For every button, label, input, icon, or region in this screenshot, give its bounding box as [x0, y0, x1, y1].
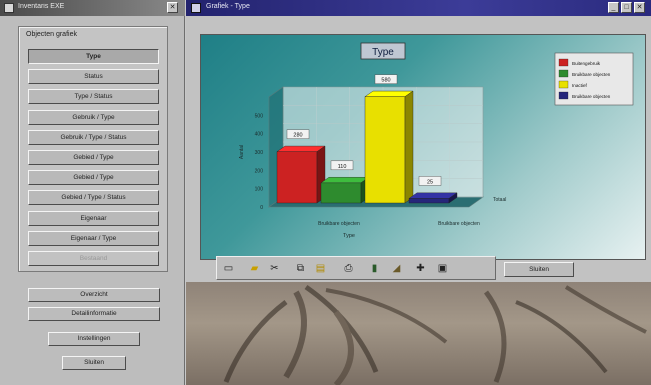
y-tick-label: 200 — [255, 168, 264, 174]
nav-button-status[interactable]: Status — [28, 69, 159, 85]
legend-swatch — [558, 91, 569, 100]
area-chart-icon[interactable]: ◢ — [389, 261, 404, 276]
x-axis-label: Type — [343, 233, 355, 239]
bar-top — [320, 177, 370, 184]
nav-list: Type Status Type / Status Gebruik / Type… — [28, 49, 159, 271]
nav-button-gebruik-type[interactable]: Gebruik / Type — [28, 109, 159, 125]
close-icon[interactable]: ✕ — [167, 2, 178, 13]
y-tick-label: 400 — [255, 132, 264, 138]
nav-button-gebied-type-2[interactable]: Gebied / Type — [28, 170, 159, 186]
left-window-title: Inventaris EXE — [18, 3, 65, 10]
chart-window-body: 0 100 200 300 400 500 280 110 580 25 Bruikbare obj… — [186, 16, 651, 282]
nav-button-eigenaar[interactable]: Eigenaar — [28, 210, 159, 226]
desktop: Inventaris EXE ✕ Objecten grafiek Type S… — [0, 0, 651, 385]
y-tick-label: 100 — [255, 187, 264, 193]
chart-window: Grafiek - Type _ □ ✕ 0 100 200 300 400 500 280… — [186, 0, 651, 385]
legend-label: Bruikbare objecten — [572, 94, 611, 99]
copy-icon[interactable]: ⧉ — [293, 261, 308, 276]
maximize-icon[interactable]: □ — [621, 2, 632, 13]
bar-chart-icon[interactable]: ▮ — [367, 261, 382, 276]
x-category-label: Bruikbare objecten — [318, 221, 360, 227]
bar-top — [364, 90, 414, 97]
legend-swatch — [558, 69, 569, 78]
z-axis-label: Totaal — [493, 197, 506, 203]
data-label: 280 — [293, 133, 302, 139]
data-label: 580 — [381, 78, 390, 84]
bar-front — [364, 96, 406, 204]
minimize-icon[interactable]: _ — [608, 2, 619, 13]
window-icon — [191, 3, 201, 13]
chart-close-button[interactable]: Sluiten — [504, 262, 574, 277]
settings-button[interactable]: Instellingen — [48, 332, 140, 346]
nav-button-gebruik-type-status[interactable]: Gebruik / Type / Status — [28, 129, 159, 145]
palm-photo — [223, 284, 647, 385]
data-label: 110 — [338, 164, 347, 170]
x-category-label: Bruikbare objecten — [438, 221, 480, 227]
y-tick-label: 500 — [255, 113, 264, 119]
legend-swatch — [558, 58, 569, 67]
paste-icon[interactable]: ▤ — [313, 261, 328, 276]
group-label: Objecten grafiek — [26, 31, 77, 38]
nav-button-type[interactable]: Type — [28, 49, 159, 64]
nav-button-gebied-type-status[interactable]: Gebied / Type / Status — [28, 190, 159, 206]
chart-panel: 0 100 200 300 400 500 280 110 580 25 Bruikbare obj… — [200, 34, 646, 260]
bar-top — [276, 145, 326, 152]
printer-icon[interactable]: ⎙ — [341, 261, 356, 276]
legend-label: Bruikbare objecten — [572, 72, 611, 77]
close-button[interactable]: Sluiten — [62, 356, 126, 370]
graph-group: Objecten grafiek Type Status Type / Stat… — [18, 26, 168, 272]
app-icon — [4, 3, 14, 13]
nav-button-eigenaar-type[interactable]: Eigenaar / Type — [28, 230, 159, 246]
folder-icon[interactable]: ▰ — [247, 261, 262, 276]
y-tick-label: 0 — [260, 205, 263, 211]
left-title-bar[interactable]: Inventaris EXE ✕ — [0, 0, 185, 16]
bar-chart: 0 100 200 300 400 500 280 110 580 25 Bruikbare obj… — [239, 42, 634, 239]
legend-label: Inactief — [572, 83, 588, 88]
legend-label: Buitengebruik — [572, 61, 601, 66]
bar-front — [408, 198, 450, 204]
scissors-icon[interactable]: ✂ — [267, 261, 282, 276]
y-tick-label: 300 — [255, 150, 264, 156]
left-window: Inventaris EXE ✕ Objecten grafiek Type S… — [0, 0, 185, 385]
chart-toolbar: ▭ ▰ ✂ ⧉ ▤ ⎙ ▮ ◢ ✚ ▣ — [216, 256, 496, 280]
detail-button[interactable]: Detailinformatie — [28, 307, 160, 321]
crosshair-icon[interactable]: ✚ — [413, 261, 428, 276]
bar-front — [320, 182, 362, 204]
close-icon[interactable]: ✕ — [634, 2, 645, 13]
nav-button-gebied-type[interactable]: Gebied / Type — [28, 149, 159, 165]
save-icon[interactable]: ▭ — [221, 261, 236, 276]
overview-button[interactable]: Overzicht — [28, 288, 160, 302]
nav-button-bestaand[interactable]: Bestaand — [28, 250, 159, 266]
chart-window-title: Grafiek - Type — [206, 3, 250, 10]
bar-side — [404, 90, 414, 204]
bar-top — [408, 192, 458, 199]
data-label: 25 — [427, 179, 433, 185]
chart-title: Type — [372, 47, 394, 58]
background-photo — [186, 282, 651, 385]
y-axis-label: Aantal — [239, 145, 245, 159]
legend-swatch — [558, 80, 569, 89]
disk-icon[interactable]: ▣ — [435, 261, 450, 276]
nav-button-type-status[interactable]: Type / Status — [28, 89, 159, 105]
chart-title-bar[interactable]: Grafiek - Type _ □ ✕ — [186, 0, 651, 16]
bar-front — [276, 151, 318, 204]
